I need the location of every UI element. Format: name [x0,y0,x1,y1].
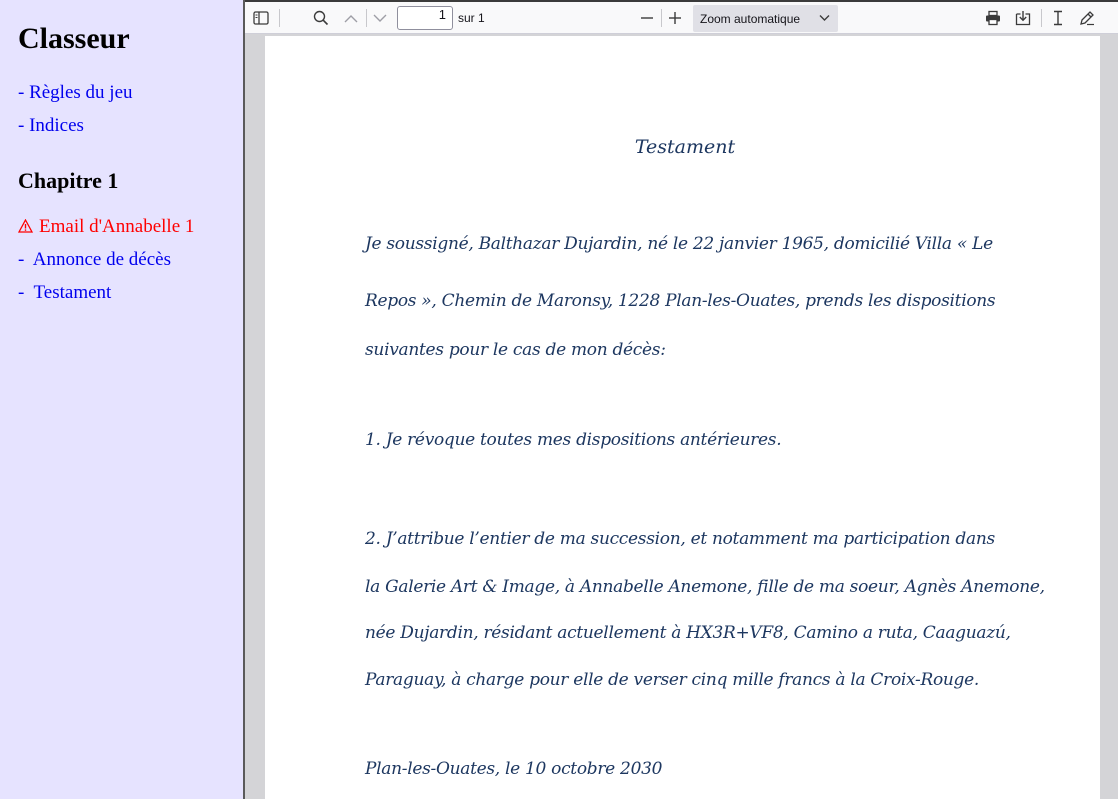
chevron-down-icon [819,15,830,21]
document-line: 1. Je révoque toutes mes dispositions an… [365,430,782,450]
warning-triangle-icon [17,217,34,239]
zoom-select-value: Zoom automatique [700,12,801,26]
toolbar-separator [279,9,280,27]
print-icon[interactable] [981,7,1005,29]
link-annonce-de-deces[interactable]: - Annonce de décès [18,249,171,271]
pdf-page: Testament Je soussigné, Balthazar Dujard… [265,36,1100,799]
page-number-input[interactable]: 1 [397,6,453,30]
page-count-label: sur 1 [458,11,485,25]
sidebar-title: Classeur [18,22,130,55]
pdf-viewer: 1 sur 1 Zoom automatique Testament Je so… [245,0,1118,799]
document-line: Je soussigné, Balthazar Dujardin, né le … [365,234,993,254]
pdf-toolbar: 1 sur 1 Zoom automatique [245,0,1118,34]
link-email-annabelle[interactable]: Email d'Annabelle 1 [17,216,195,239]
link-testament[interactable]: - Testament [18,282,111,304]
document-line: la Galerie Art & Image, à Annabelle Anem… [365,577,1045,597]
toolbar-separator [661,9,662,27]
testament-prefix: - [18,282,25,303]
document-signature-line: Plan-les-Ouates, le 10 octobre 2030 [365,759,663,779]
document-line: Repos », Chemin de Maronsy, 1228 Plan-le… [365,291,996,311]
toolbar-separator [366,9,367,27]
download-icon[interactable] [1011,7,1035,29]
toolbar-separator [1041,9,1042,27]
document-line: suivantes pour le cas de mon décès: [365,340,666,360]
chapter-title: Chapitre 1 [18,168,119,193]
sidebar-toggle-icon[interactable] [249,7,273,29]
document-line: 2. J’attribue l’entier de ma succession,… [365,529,995,549]
sidebar: Classeur - Règles du jeu - Indices Chapi… [0,0,245,799]
text-cursor-icon[interactable] [1046,7,1070,29]
link-regles-du-jeu[interactable]: - Règles du jeu [18,82,133,104]
zoom-in-icon[interactable] [663,7,687,29]
next-page-icon[interactable] [368,7,392,29]
annonce-prefix: - [18,249,25,270]
document-line: née Dujardin, résidant actuellement à HX… [365,623,1011,643]
zoom-out-icon[interactable] [635,7,659,29]
search-icon[interactable] [309,7,333,29]
annonce-link-label: Annonce de décès [32,249,171,270]
previous-page-icon[interactable] [339,7,363,29]
email-link-label: Email d'Annabelle 1 [39,216,195,237]
testament-link-label: Testament [33,282,112,303]
link-indices[interactable]: - Indices [18,115,84,137]
zoom-select[interactable]: Zoom automatique [693,5,838,32]
page-number-value: 1 [438,7,446,22]
draw-icon[interactable] [1075,7,1099,29]
document-title: Testament [634,136,736,158]
document-line: Paraguay, à charge pour elle de verser c… [365,670,979,690]
